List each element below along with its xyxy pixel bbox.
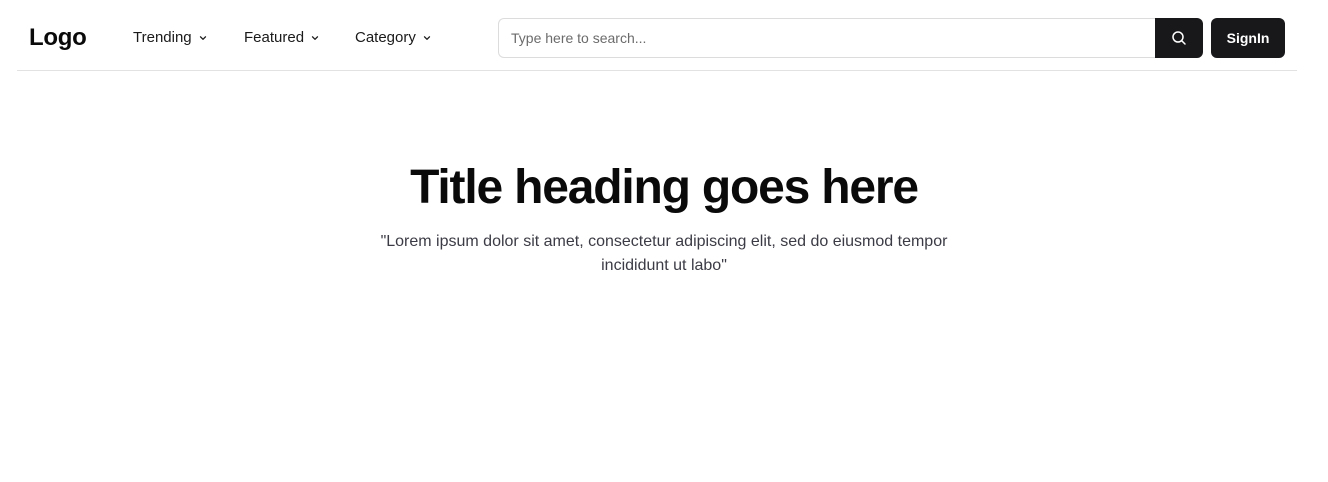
search-button[interactable] [1155, 18, 1203, 58]
nav-item-trending[interactable]: Trending [133, 28, 208, 48]
page-title: Title heading goes here [410, 161, 919, 214]
nav-item-featured[interactable]: Featured [244, 28, 320, 48]
nav-item-label: Featured [244, 29, 305, 46]
chevron-down-icon [423, 36, 431, 40]
hero-subtitle: "Lorem ipsum dolor sit amet, consectetur… [380, 233, 948, 274]
chevron-down-icon [199, 36, 206, 40]
logo[interactable]: Logo [29, 23, 87, 53]
nav-item-category[interactable]: Category [355, 28, 432, 48]
search-input[interactable] [498, 18, 1155, 58]
top-navbar: Logo Trending Featured Category SignIn [17, 0, 1297, 71]
search-bar [498, 18, 1203, 58]
nav-item-label: Category [355, 29, 416, 46]
search-icon [1172, 31, 1186, 45]
hero-section: Title heading goes here "Lorem ipsum dol… [0, 158, 1328, 278]
nav-item-label: Trending [133, 29, 192, 46]
chevron-down-icon [311, 36, 319, 40]
signin-button[interactable]: SignIn [1211, 18, 1285, 58]
